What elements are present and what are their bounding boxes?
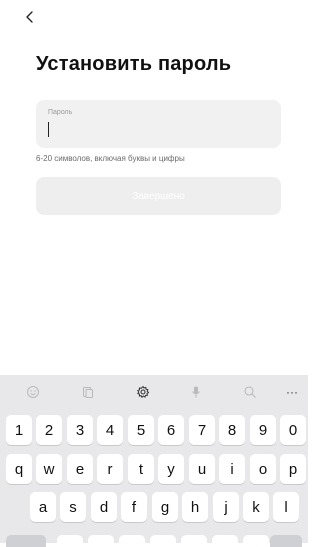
- virtual-keyboard: ··· 1 2 3 4 5 6 7 8 9 0 q w e r t y u i …: [0, 375, 308, 547]
- key-l[interactable]: l: [273, 492, 299, 522]
- key-6[interactable]: 6: [158, 415, 184, 445]
- emoji-icon[interactable]: [24, 383, 42, 401]
- more-icon[interactable]: ···: [283, 383, 301, 401]
- keyboard-toolbar: ···: [0, 375, 308, 409]
- key-b-partial[interactable]: [181, 535, 207, 547]
- search-icon[interactable]: [241, 383, 259, 401]
- microphone-icon[interactable]: [187, 383, 205, 401]
- key-3[interactable]: 3: [67, 415, 93, 445]
- clipboard-icon[interactable]: [79, 383, 97, 401]
- key-4[interactable]: 4: [97, 415, 123, 445]
- key-r[interactable]: r: [97, 454, 123, 484]
- key-o[interactable]: o: [250, 454, 276, 484]
- chevron-left-icon: [26, 11, 33, 23]
- keyboard-row-numbers: 1 2 3 4 5 6 7 8 9 0: [0, 415, 308, 445]
- key-q[interactable]: q: [6, 454, 32, 484]
- key-2[interactable]: 2: [36, 415, 62, 445]
- key-backspace[interactable]: [270, 535, 302, 547]
- keyboard-row-qwerty: q w e r t y u i o p: [0, 454, 308, 484]
- key-y[interactable]: y: [158, 454, 184, 484]
- key-1[interactable]: 1: [6, 415, 32, 445]
- key-shift[interactable]: [6, 535, 46, 547]
- password-hint: 6-20 символов, включая буквы и цифры: [36, 154, 185, 163]
- key-g[interactable]: g: [152, 492, 178, 522]
- password-field[interactable]: Пароль: [36, 100, 281, 148]
- key-c-partial[interactable]: [119, 535, 145, 547]
- keyboard-row-asdf: a s d f g h j k l: [0, 492, 308, 522]
- key-7[interactable]: 7: [189, 415, 215, 445]
- key-0[interactable]: 0: [280, 415, 306, 445]
- key-8[interactable]: 8: [219, 415, 245, 445]
- key-k[interactable]: k: [243, 492, 269, 522]
- key-e[interactable]: e: [67, 454, 93, 484]
- key-x-partial[interactable]: [88, 535, 114, 547]
- text-cursor: [48, 122, 49, 137]
- key-i[interactable]: i: [219, 454, 245, 484]
- key-u[interactable]: u: [189, 454, 215, 484]
- key-s[interactable]: s: [60, 492, 86, 522]
- key-p[interactable]: p: [280, 454, 306, 484]
- key-m-partial[interactable]: [243, 535, 269, 547]
- key-n-partial[interactable]: [212, 535, 238, 547]
- key-d[interactable]: d: [91, 492, 117, 522]
- back-button[interactable]: [22, 9, 40, 27]
- key-t[interactable]: t: [128, 454, 154, 484]
- key-5[interactable]: 5: [128, 415, 154, 445]
- settings-gear-icon[interactable]: [134, 383, 152, 401]
- key-h[interactable]: h: [182, 492, 208, 522]
- key-v-partial[interactable]: [150, 535, 176, 547]
- key-f[interactable]: f: [121, 492, 147, 522]
- key-z-partial[interactable]: [57, 535, 83, 547]
- page-title: Установить пароль: [36, 53, 232, 75]
- key-w[interactable]: w: [36, 454, 62, 484]
- submit-button[interactable]: Завершено: [36, 177, 281, 215]
- key-9[interactable]: 9: [250, 415, 276, 445]
- key-j[interactable]: j: [213, 492, 239, 522]
- password-label: Пароль: [48, 109, 73, 116]
- key-a[interactable]: a: [30, 492, 56, 522]
